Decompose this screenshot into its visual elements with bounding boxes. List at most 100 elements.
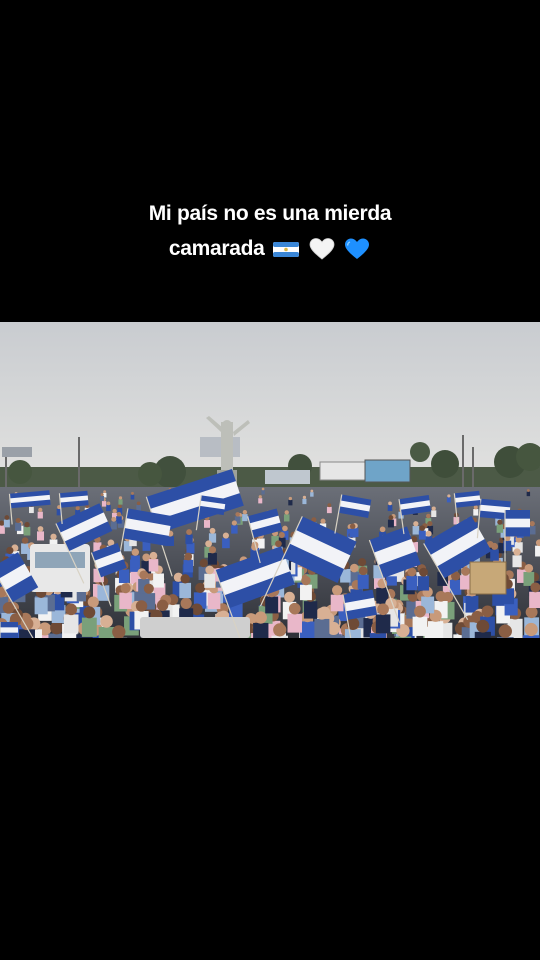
crowd-person-head — [149, 551, 158, 560]
crowd-person-body — [106, 505, 111, 512]
crowd-person-body — [261, 490, 265, 495]
crowd-person-head — [116, 511, 122, 517]
crowd-person-head — [461, 566, 470, 576]
crowd-person-body — [529, 591, 540, 609]
crowd-person-body — [283, 514, 290, 522]
crowd-person-head — [117, 504, 122, 509]
crowd-person-body — [101, 501, 107, 507]
crowd-person-body — [119, 592, 132, 609]
crowd-person-head — [258, 495, 262, 499]
crowd-person-head — [419, 567, 428, 577]
crowd-person-body — [326, 506, 332, 514]
crowd-person-head — [100, 615, 113, 628]
sky — [0, 322, 540, 487]
crowd-person-body — [185, 534, 193, 545]
crowd-person-head — [209, 527, 216, 534]
crowd-person-body — [186, 542, 195, 554]
crowd-person-head — [180, 597, 192, 610]
crowd-person-head — [261, 487, 265, 491]
crowd-person-body — [496, 524, 504, 533]
crowd-person-body — [344, 629, 361, 638]
crowd-person-head — [186, 529, 193, 535]
crowd-person-body — [36, 531, 45, 541]
crowd-person-body — [37, 511, 43, 519]
crowd-person-head — [38, 507, 43, 512]
crowd-person-head — [413, 521, 419, 527]
crowd-person-head — [275, 540, 282, 548]
nicaragua-flag — [0, 622, 18, 638]
crowd-person-body — [253, 622, 269, 638]
crowd-person-head — [205, 540, 212, 548]
crowd-person-head — [350, 563, 359, 573]
flag-band — [0, 622, 18, 628]
crowd-person-body — [130, 555, 140, 568]
crowd-person-head — [407, 567, 417, 577]
crowd-person-head — [288, 602, 301, 615]
crowd-person-body — [412, 616, 428, 636]
caption-overlay: Mi país no es una mierda camarada — [0, 196, 540, 266]
crowd-person-head — [315, 607, 328, 620]
crowd-person-body — [349, 528, 357, 538]
crowd-person-body — [357, 574, 369, 589]
crowd-person-body — [330, 594, 344, 612]
crowd-person-body — [460, 575, 472, 590]
crowd-person-body — [314, 618, 330, 638]
crowd-person-head — [131, 548, 140, 556]
crowd-person-head — [24, 521, 30, 528]
crowd-person-body — [110, 521, 117, 530]
caption-line-2-wrapper: camarada — [0, 231, 540, 266]
crowd-person-head — [37, 526, 44, 532]
crowd-person-head — [65, 603, 78, 616]
crowd-person-body — [100, 495, 105, 501]
crowd-person-head — [184, 552, 193, 561]
crowd-person-body — [204, 573, 216, 588]
crowd-person-head — [388, 515, 394, 520]
crowd-person-head — [426, 513, 431, 519]
crowd-person-body — [222, 538, 230, 549]
crowd-person-head — [131, 491, 134, 495]
crowd-person-head — [195, 582, 206, 593]
crowd-person-head — [242, 509, 248, 515]
crowd-person-head — [284, 591, 295, 603]
crowd-person-head — [50, 533, 57, 540]
caption-line-1: Mi país no es una mierda — [148, 202, 392, 225]
crowd-person-head — [136, 501, 141, 506]
crowd-person-body — [3, 519, 10, 528]
crowd-person-head — [358, 558, 367, 567]
crowd-person-head — [254, 611, 267, 624]
crowd-person-body — [288, 499, 293, 506]
crowd-person-body — [417, 576, 430, 591]
crowd-person-body — [81, 617, 97, 637]
crowd-person-head — [139, 570, 149, 580]
crowd-person-body — [118, 499, 123, 505]
crowd-person-head — [310, 489, 314, 493]
caption-line-2: camarada — [168, 237, 265, 260]
crowd-person-head — [481, 605, 494, 618]
crowd-person-head — [377, 603, 389, 616]
crowd-person-head — [278, 531, 285, 539]
crowd-person-head — [524, 622, 538, 637]
white-heart-icon — [309, 238, 335, 260]
crowd-person-body — [299, 621, 316, 638]
crowd-person-head — [497, 519, 503, 525]
crowd-person-head — [273, 623, 287, 637]
crowd-person-body — [512, 555, 522, 568]
crowd-person-body — [265, 596, 279, 614]
crowd-person-body — [406, 575, 418, 591]
crowd-person-head — [476, 619, 490, 633]
crowd-person-head — [100, 493, 104, 497]
crowd-person-body — [98, 626, 115, 638]
crowd-person-head — [473, 505, 478, 510]
crowd-person-body — [23, 526, 31, 536]
crowd-person-body — [387, 519, 394, 528]
flag-band — [0, 627, 18, 634]
crowd-person-head — [388, 501, 392, 506]
crowd-person-head — [524, 563, 534, 573]
crowd-person-head — [83, 606, 96, 619]
crowd-person-body — [310, 492, 314, 497]
flag-band — [505, 527, 530, 537]
crowd-person-body — [231, 525, 238, 534]
crowd-person-head — [205, 565, 215, 575]
crowd-person-head — [288, 496, 293, 501]
crowd-person-head — [6, 546, 14, 555]
